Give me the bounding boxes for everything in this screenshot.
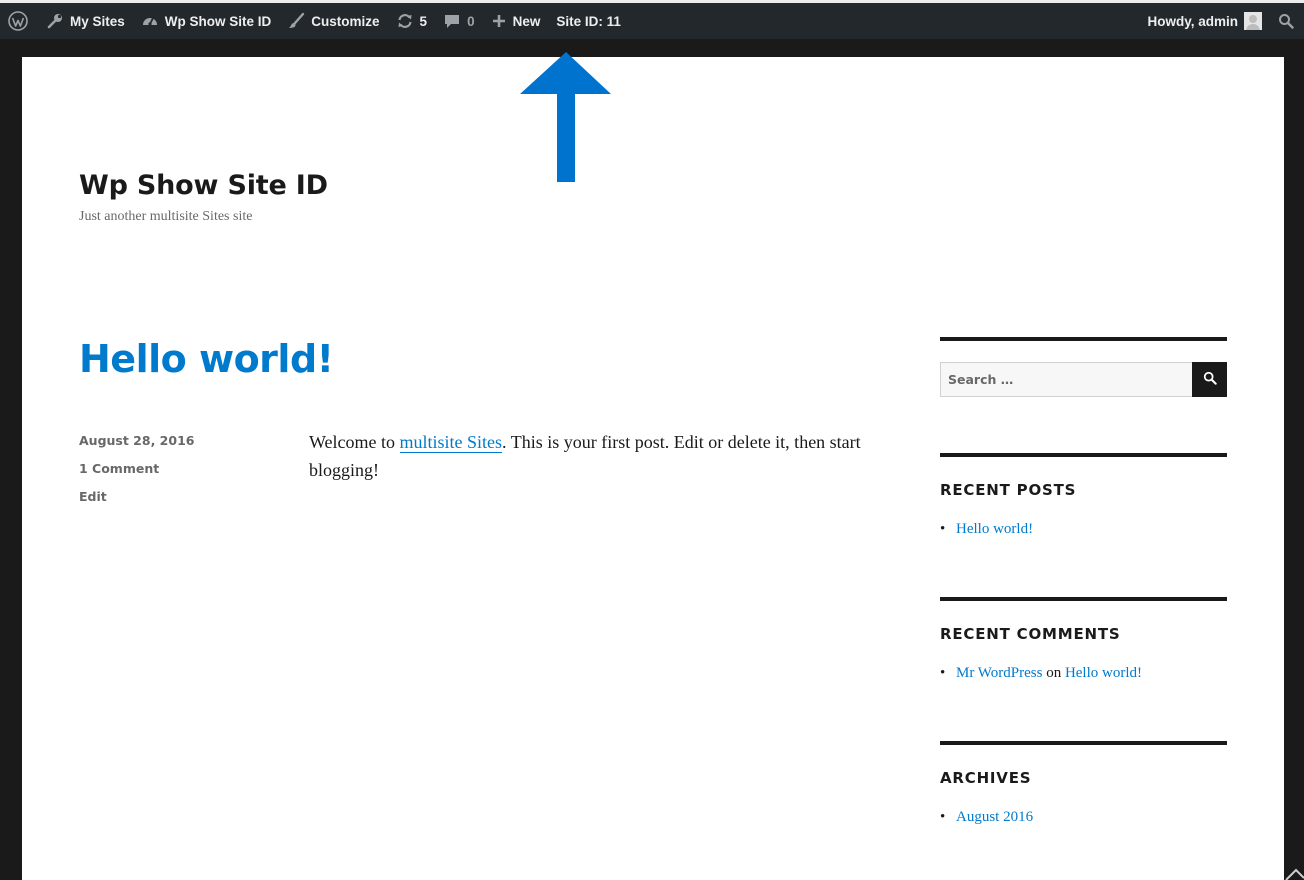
search-form xyxy=(940,362,1227,397)
search-input[interactable] xyxy=(940,362,1192,397)
recent-comments-widget: RECENT COMMENTS Mr WordPress on Hello wo… xyxy=(940,597,1227,682)
resize-corner-icon xyxy=(1285,868,1304,880)
post-body-prefix: Welcome to xyxy=(309,432,400,452)
comment-on-label: on xyxy=(1046,665,1062,681)
search-widget-border xyxy=(940,337,1227,341)
my-sites-menu[interactable]: My Sites xyxy=(38,3,133,39)
post-edit-link[interactable]: Edit xyxy=(79,489,107,504)
recent-post-link[interactable]: Hello world! xyxy=(956,521,1033,537)
updates-refresh-icon xyxy=(396,12,414,30)
site-name-label: Wp Show Site ID xyxy=(164,13,272,29)
comments-count: 0 xyxy=(467,13,475,29)
my-sites-label: My Sites xyxy=(70,13,125,29)
search-icon xyxy=(1278,13,1294,29)
archives-title: ARCHIVES xyxy=(940,769,1032,787)
post-content: Welcome to multisite Sites. This is your… xyxy=(309,428,869,484)
comment-post-link[interactable]: Hello world! xyxy=(1065,665,1142,681)
comment-author-link[interactable]: Mr WordPress xyxy=(956,665,1042,681)
multisite-sites-link[interactable]: multisite Sites xyxy=(400,432,503,452)
comment-bubble-icon xyxy=(443,12,461,30)
list-item: August 2016 xyxy=(940,809,1227,826)
new-content-menu[interactable]: New xyxy=(483,3,549,39)
customize-label: Customize xyxy=(311,13,380,29)
updates-count: 5 xyxy=(419,13,428,29)
archive-link[interactable]: August 2016 xyxy=(956,809,1033,825)
site-name-menu[interactable]: Wp Show Site ID xyxy=(133,3,280,39)
post-date[interactable]: August 28, 2016 xyxy=(79,433,194,448)
howdy-label: Howdy, admin xyxy=(1147,13,1238,29)
wrench-icon xyxy=(46,12,64,30)
plus-icon xyxy=(491,13,507,29)
search-submit-button[interactable] xyxy=(1192,362,1227,397)
post-title[interactable]: Hello world! xyxy=(79,337,334,381)
recent-posts-list: Hello world! xyxy=(940,521,1227,538)
site-id-label: Site ID: 11 xyxy=(556,13,621,29)
avatar xyxy=(1244,12,1262,30)
archives-widget: ARCHIVES August 2016 xyxy=(940,741,1227,826)
customize-link[interactable]: Customize xyxy=(279,3,387,39)
recent-posts-title: RECENT POSTS xyxy=(940,481,1077,499)
list-item: Hello world! xyxy=(940,521,1227,538)
wordpress-logo-button[interactable] xyxy=(0,3,38,39)
comments-link[interactable]: 0 xyxy=(435,3,483,39)
site-title[interactable]: Wp Show Site ID xyxy=(79,170,328,201)
recent-comments-list: Mr WordPress on Hello world! xyxy=(940,665,1227,682)
site-page: Wp Show Site ID Just another multisite S… xyxy=(22,57,1284,880)
list-item: Mr WordPress on Hello world! xyxy=(940,665,1227,682)
annotation-arrow-icon xyxy=(520,52,611,182)
recent-posts-widget: RECENT POSTS Hello world! xyxy=(940,453,1227,538)
site-description: Just another multisite Sites site xyxy=(79,209,253,224)
admin-bar-search-button[interactable] xyxy=(1270,3,1304,39)
wordpress-logo-icon xyxy=(8,11,28,31)
post-comments-link[interactable]: 1 Comment xyxy=(79,461,159,476)
account-menu[interactable]: Howdy, admin xyxy=(1139,3,1270,39)
dashboard-gauge-icon xyxy=(141,12,159,30)
updates-link[interactable]: 5 xyxy=(388,3,436,39)
site-id-item[interactable]: Site ID: 11 xyxy=(548,3,629,39)
recent-comments-title: RECENT COMMENTS xyxy=(940,625,1121,643)
search-icon xyxy=(1203,371,1217,388)
new-label: New xyxy=(512,13,541,29)
paintbrush-icon xyxy=(287,12,305,30)
admin-bar: My Sites Wp Show Site ID Customize 5 0 N… xyxy=(0,0,1304,39)
archives-list: August 2016 xyxy=(940,809,1227,826)
